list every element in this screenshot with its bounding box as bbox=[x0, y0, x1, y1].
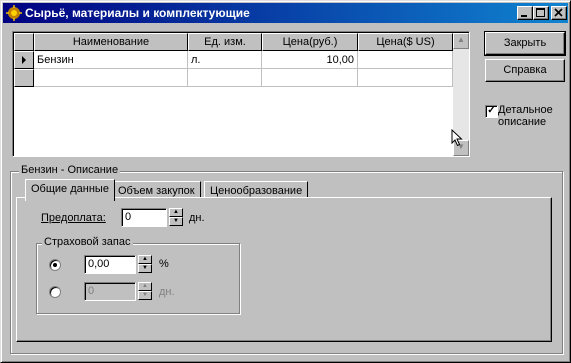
prepayment-spinner[interactable]: ▲ ▼ bbox=[169, 208, 183, 227]
safety-stock-percent-input[interactable]: 0,00 bbox=[84, 255, 136, 274]
cell-empty[interactable] bbox=[188, 69, 262, 87]
maximize-button[interactable] bbox=[533, 6, 549, 20]
cell-price-rub[interactable]: 10,00 bbox=[262, 51, 358, 69]
safety-stock-days-input[interactable]: 0 bbox=[84, 282, 136, 301]
detail-description-label[interactable]: Детальное описание bbox=[498, 104, 553, 128]
spin-up-icon[interactable]: ▲ bbox=[169, 208, 183, 217]
percent-spinner[interactable]: ▲ ▼ bbox=[138, 255, 152, 274]
description-group-label: Бензин - Описание bbox=[19, 164, 121, 176]
column-header-unit[interactable]: Ед. изм. bbox=[188, 33, 262, 51]
spin-up-icon[interactable]: ▲ bbox=[138, 282, 152, 291]
tab-general-data[interactable]: Общие данные bbox=[25, 179, 115, 201]
safety-stock-label: Страховой запас bbox=[42, 236, 133, 248]
general-data-panel: Предоплата: 0 ▲ ▼ дн. Страховой запас 0,… bbox=[16, 197, 552, 342]
column-header-name[interactable]: Наименование bbox=[34, 33, 188, 51]
prepayment-unit: дн. bbox=[189, 212, 205, 224]
detail-description-checkbox[interactable]: ✓ bbox=[485, 105, 498, 118]
materials-grid[interactable]: Наименование Ед. изм. Цена(руб.) Цена($ … bbox=[12, 31, 470, 157]
title-bar[interactable]: Сырьё, материалы и комплектующие bbox=[3, 3, 568, 23]
maximize-icon bbox=[536, 8, 545, 17]
cell-unit[interactable]: л. bbox=[188, 51, 262, 69]
percent-unit: % bbox=[159, 258, 169, 270]
sun-app-icon bbox=[6, 5, 22, 21]
cell-name[interactable]: Бензин bbox=[34, 51, 188, 69]
days-radio[interactable] bbox=[49, 286, 61, 298]
spin-down-icon[interactable]: ▼ bbox=[138, 264, 152, 273]
cell-price-usd[interactable] bbox=[358, 51, 453, 69]
prepayment-input[interactable]: 0 bbox=[121, 208, 167, 227]
spin-up-icon[interactable]: ▲ bbox=[138, 255, 152, 264]
percent-radio[interactable] bbox=[49, 259, 61, 271]
days-spinner[interactable]: ▲ ▼ bbox=[138, 282, 152, 301]
scroll-up-button[interactable]: ▲ bbox=[453, 33, 469, 49]
help-button[interactable]: Справка bbox=[485, 59, 565, 82]
minimize-icon bbox=[521, 15, 527, 17]
close-window-button[interactable] bbox=[551, 6, 567, 20]
main-window: Сырьё, материалы и комплектующие Наимено… bbox=[0, 0, 571, 363]
row-indicator-empty[interactable] bbox=[14, 69, 34, 87]
spin-down-icon[interactable]: ▼ bbox=[169, 217, 183, 226]
cell-empty[interactable] bbox=[262, 69, 358, 87]
close-button[interactable]: Закрыть bbox=[484, 31, 566, 56]
cell-empty[interactable] bbox=[358, 69, 453, 87]
current-row-arrow-icon bbox=[22, 56, 26, 64]
mouse-pointer-icon bbox=[451, 129, 463, 147]
spin-down-icon[interactable]: ▼ bbox=[138, 291, 152, 300]
grid-corner bbox=[14, 33, 34, 51]
days-unit: дн. bbox=[159, 286, 175, 298]
minimize-button[interactable] bbox=[517, 6, 533, 20]
safety-stock-group bbox=[36, 243, 240, 314]
window-title: Сырьё, материалы и комплектующие bbox=[25, 6, 250, 20]
cell-empty[interactable] bbox=[34, 69, 188, 87]
close-icon bbox=[554, 8, 563, 17]
column-header-price-rub[interactable]: Цена(руб.) bbox=[262, 33, 358, 51]
column-header-price-usd[interactable]: Цена($ US) bbox=[358, 33, 453, 51]
row-indicator[interactable] bbox=[14, 51, 34, 69]
prepayment-label: Предоплата: bbox=[41, 212, 106, 224]
